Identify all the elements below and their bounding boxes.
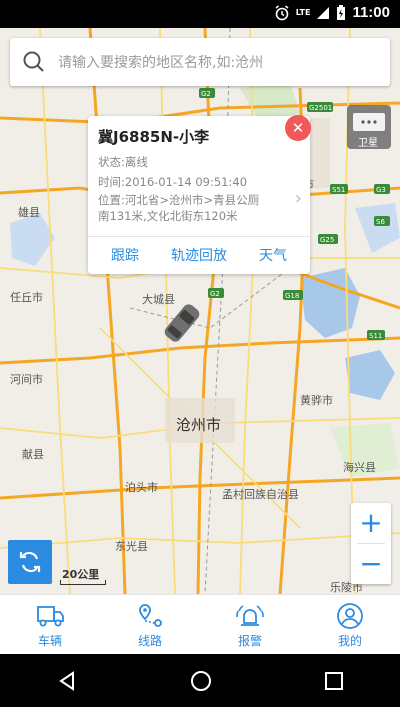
search-icon[interactable] <box>10 38 58 86</box>
zoom-control: + − <box>351 503 391 584</box>
map-canvas[interactable]: G2 G2501 S51 G3 S6 G25 G2 G18 S11 雄县 任丘市… <box>0 28 400 594</box>
shield-s6: S6 <box>376 218 385 226</box>
shield-g3: G3 <box>376 186 386 194</box>
shield-g2-mid: G2 <box>210 290 220 298</box>
alarm-clock-icon <box>275 4 289 20</box>
label-hejian: 河间市 <box>10 372 43 386</box>
alarm-icon <box>236 604 264 626</box>
tab-alarms[interactable]: 报警 <box>200 595 300 655</box>
layer-label: 卫星 <box>358 138 378 149</box>
vehicle-location-1: 位置:河北省>沧州市>青县公厕 <box>98 193 260 207</box>
popup-divider <box>88 236 310 237</box>
home-icon[interactable] <box>189 669 213 693</box>
clock: 11:00 <box>352 4 390 21</box>
label-dongguang: 东光县 <box>115 539 148 553</box>
vehicle-info-popup[interactable]: 冀J6885N-小李 状态:离线 时间:2016-01-14 09:51:40 … <box>88 116 310 274</box>
chevron-right-icon[interactable]: › <box>295 188 302 209</box>
shield-s11: S11 <box>369 332 382 340</box>
vehicle-title: 冀J6885N-小李 <box>98 128 210 146</box>
tab-vehicles[interactable]: 车辆 <box>0 595 100 655</box>
label-xiong: 雄县 <box>18 205 40 219</box>
label-daicheng: 大城县 <box>142 292 175 306</box>
map-view[interactable]: G2 G2501 S51 G3 S6 G25 G2 G18 S11 雄县 任丘市… <box>0 28 400 594</box>
shield-g25: G25 <box>320 236 334 244</box>
status-bar: LTE 11:00 <box>0 0 400 28</box>
label-xianxian: 献县 <box>22 447 44 461</box>
profile-icon <box>337 602 363 629</box>
tab-profile[interactable]: 我的 <box>300 595 400 655</box>
shield-s51: S51 <box>332 186 345 194</box>
route-icon <box>139 603 162 627</box>
shield-g18: G18 <box>285 292 299 300</box>
track-button[interactable]: 跟踪 <box>88 240 162 272</box>
bottom-tab-bar: 车辆 线路 报警 我的 <box>0 594 400 655</box>
tab-vehicles-label: 车辆 <box>37 633 62 648</box>
map-scale-bar <box>60 580 106 585</box>
label-cangzhou: 沧州市 <box>176 416 221 434</box>
label-botou: 泊头市 <box>125 480 158 494</box>
battery-icon <box>337 4 346 20</box>
signal-icon <box>317 6 330 19</box>
tab-alarms-label: 报警 <box>237 633 262 648</box>
shield-g2501: G2501 <box>309 104 332 112</box>
search-placeholder[interactable]: 请输入要搜索的地区名称,如:沧州 <box>58 52 263 72</box>
search-bar[interactable]: 请输入要搜索的地区名称,如:沧州 <box>10 38 390 86</box>
refresh-button[interactable] <box>8 540 52 584</box>
network-label: LTE <box>295 8 311 17</box>
shield-g2-top: G2 <box>201 90 211 98</box>
popup-actions: 跟踪 轨迹回放 天气 <box>88 240 310 272</box>
tab-profile-label: 我的 <box>337 633 362 648</box>
label-haixing: 海兴县 <box>343 460 376 474</box>
vehicle-location-2: 南131米,文化北街东120米 <box>98 209 238 223</box>
map-layer-button[interactable]: 卫星 <box>347 105 391 149</box>
vehicle-time: 时间:2016-01-14 09:51:40 <box>98 175 248 189</box>
refresh-icon <box>19 551 41 573</box>
close-icon[interactable]: ✕ <box>285 115 311 141</box>
system-nav-bar <box>0 654 400 707</box>
back-icon[interactable] <box>56 670 78 692</box>
zoom-in-button[interactable]: + <box>351 503 391 543</box>
tab-routes[interactable]: 线路 <box>100 595 200 655</box>
recents-icon[interactable] <box>324 671 344 691</box>
label-mengcun: 孟村回族自治县 <box>222 487 299 501</box>
vehicle-status: 状态:离线 <box>98 155 148 169</box>
zoom-out-button[interactable]: − <box>351 544 391 584</box>
tab-routes-label: 线路 <box>137 633 162 648</box>
label-renqiu: 任丘市 <box>10 290 43 304</box>
weather-button[interactable]: 天气 <box>236 240 310 272</box>
label-huanghua: 黄骅市 <box>300 393 333 407</box>
truck-icon <box>37 605 64 626</box>
playback-button[interactable]: 轨迹回放 <box>162 240 236 272</box>
